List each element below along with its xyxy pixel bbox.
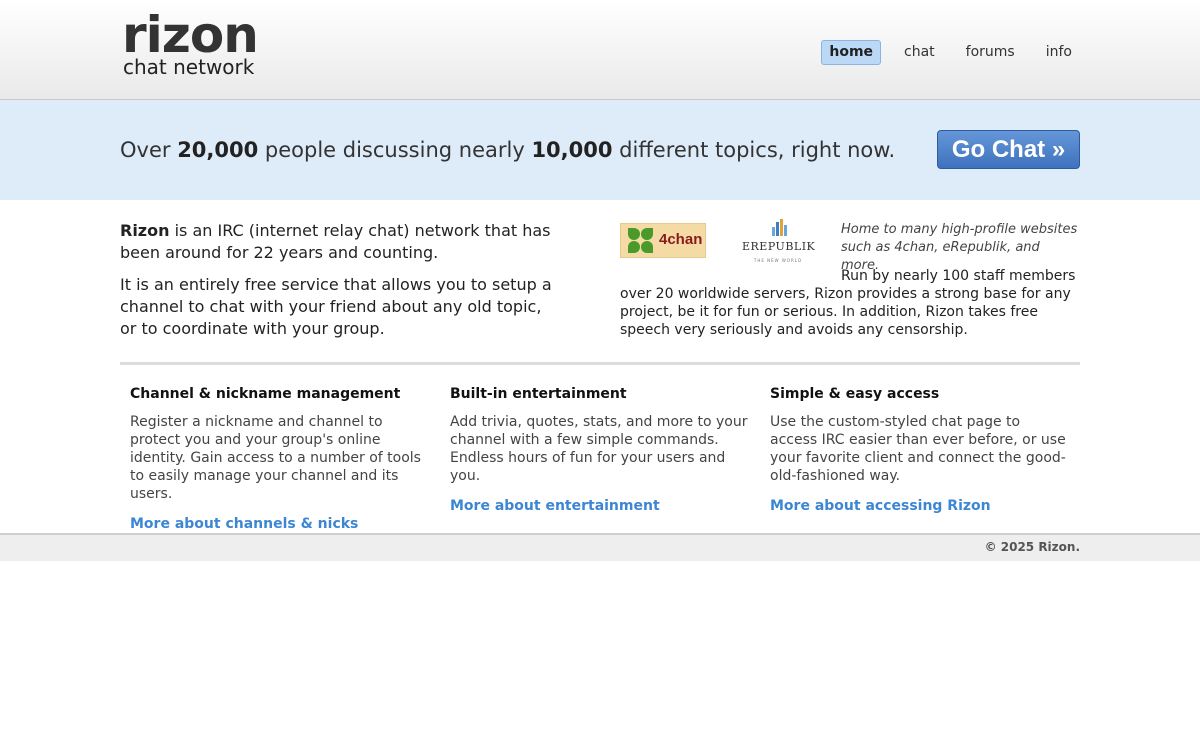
tagline-middle: people discussing nearly [258, 138, 532, 162]
feature-access: Simple & easy access Use the custom-styl… [770, 385, 1070, 515]
feature-description: Add trivia, quotes, stats, and more to y… [450, 414, 748, 484]
hero-tagline: Over 20,000 people discussing nearly 10,… [120, 136, 895, 164]
intro-paragraph-1: Rizon is an IRC (internet relay chat) ne… [120, 220, 560, 264]
hero-banner: Over 20,000 people discussing nearly 10,… [0, 100, 1200, 200]
4chan-logo[interactable]: 4chan [620, 223, 706, 258]
feature-description: Register a nickname and channel to prote… [130, 414, 421, 502]
logo-wordmark: rizon [122, 6, 259, 64]
staff-paragraph-first-line: Run by nearly 100 staff members [841, 268, 1076, 284]
intro-p1-text: is an IRC (internet relay chat) network … [120, 221, 551, 262]
feature-title: Built-in entertainment [450, 386, 627, 402]
feature-title: Simple & easy access [770, 386, 940, 402]
staff-paragraph: Run by nearly 100 staff members over 20 … [620, 267, 1080, 339]
copyright-text: © 2025 Rizon. [984, 540, 1080, 554]
site-header: rizon chat network home chat forums info [0, 0, 1200, 100]
more-access-link[interactable]: More about accessing Rizon [770, 498, 991, 514]
feature-channels: Channel & nickname management Register a… [130, 385, 430, 533]
more-entertainment-link[interactable]: More about entertainment [450, 498, 660, 514]
intro-brand: Rizon [120, 221, 170, 240]
main-nav: home chat forums info [806, 40, 1080, 65]
topics-count: 10,000 [531, 138, 613, 162]
people-count: 20,000 [177, 138, 259, 162]
4chan-logo-text: 4chan [659, 231, 703, 248]
erepublik-logo[interactable]: EREPUBLIK THE NEW WORLD [742, 216, 815, 263]
go-chat-button[interactable]: Go Chat » [937, 130, 1080, 169]
nav-info[interactable]: info [1038, 40, 1080, 65]
features-section: Channel & nickname management Register a… [120, 365, 1080, 533]
nav-forums[interactable]: forums [958, 40, 1023, 65]
site-footer: © 2025 Rizon. [0, 533, 1200, 561]
more-channels-link[interactable]: More about channels & nicks [130, 516, 358, 532]
nav-chat[interactable]: chat [896, 40, 943, 65]
feature-entertainment: Built-in entertainment Add trivia, quote… [450, 385, 750, 515]
intro-text: Rizon is an IRC (internet relay chat) ne… [120, 220, 560, 350]
nav-home[interactable]: home [821, 40, 882, 65]
tagline-prefix: Over [120, 138, 178, 162]
skyline-icon [772, 219, 787, 236]
intro-section: Rizon is an IRC (internet relay chat) ne… [120, 200, 1080, 362]
logo-tagline: chat network [123, 55, 255, 79]
feature-title: Channel & nickname management [130, 386, 401, 402]
staff-paragraph-rest: over 20 worldwide servers, Rizon provide… [620, 286, 1071, 338]
clover-icon [627, 227, 655, 255]
intro-paragraph-2: It is an entirely free service that allo… [120, 275, 552, 338]
tagline-suffix: different topics, right now. [612, 138, 896, 162]
rizon-logo[interactable]: rizon chat network [122, 6, 259, 79]
feature-description: Use the custom-styled chat page to acces… [770, 414, 1066, 484]
